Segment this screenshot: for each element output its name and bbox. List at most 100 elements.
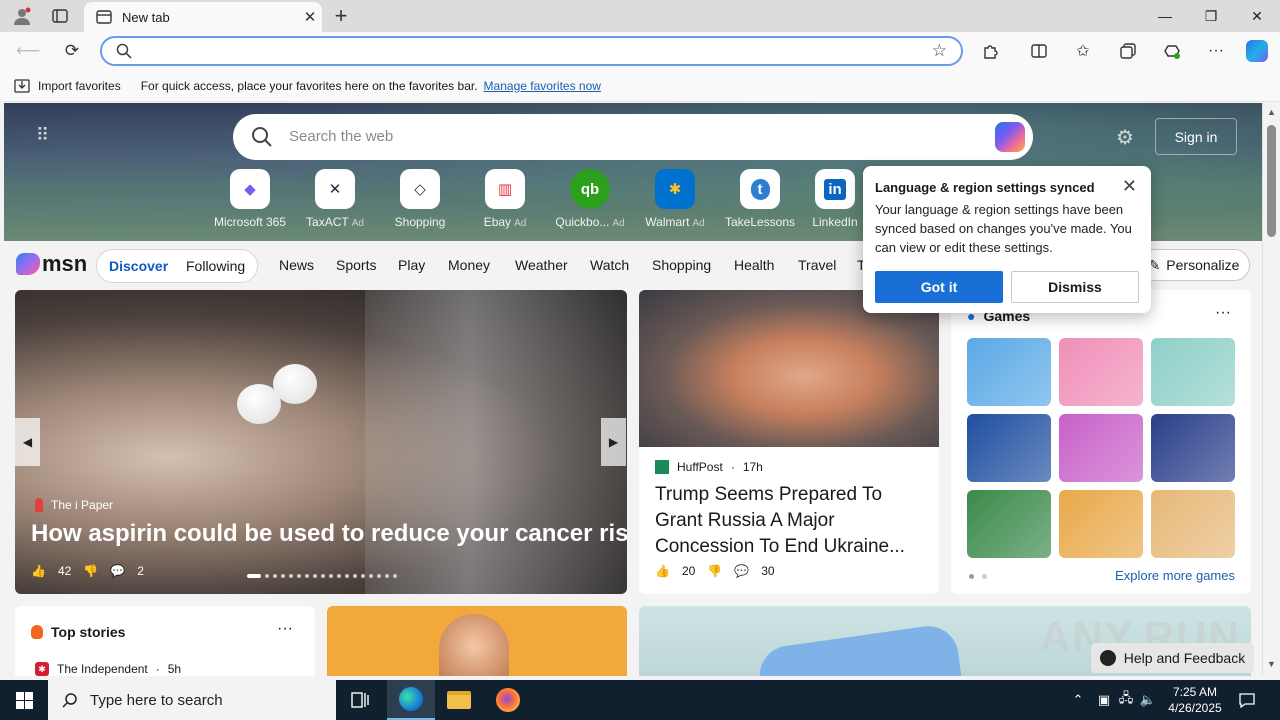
carousel-dot[interactable] — [281, 574, 285, 578]
comment-icon[interactable]: 💬 — [110, 564, 125, 578]
manage-favorites-link[interactable]: Manage favorites now — [484, 79, 601, 93]
file-explorer-icon[interactable] — [435, 680, 483, 720]
msn-logo[interactable]: msn — [16, 251, 87, 277]
carousel-dot[interactable] — [297, 574, 301, 578]
comment-icon[interactable]: 💬 — [734, 564, 749, 578]
carousel-dot[interactable] — [377, 574, 381, 578]
game-tile-8[interactable] — [1059, 490, 1143, 558]
hero-carousel[interactable]: ◀ ▶ The i Paper How aspirin could be use… — [15, 290, 627, 594]
apps-grid-icon[interactable]: ⠿ — [36, 125, 49, 146]
nav-sports[interactable]: Sports — [336, 257, 376, 273]
close-window-button[interactable]: ✕ — [1234, 0, 1280, 32]
nav-play[interactable]: Play — [398, 257, 425, 273]
taskbar-search-box[interactable]: Type here to search — [48, 680, 336, 720]
carousel-dot[interactable] — [337, 574, 341, 578]
like-icon[interactable]: 👍 — [31, 564, 46, 578]
explore-games-link[interactable]: Explore more games — [1115, 568, 1235, 583]
carousel-dot[interactable] — [353, 574, 357, 578]
carousel-dot[interactable] — [313, 574, 317, 578]
favorites-icon[interactable]: ✩ — [1070, 38, 1096, 64]
page-settings-gear-icon[interactable]: ⚙ — [1116, 125, 1134, 150]
game-tile-4[interactable] — [967, 414, 1051, 482]
nav-money[interactable]: Money — [448, 257, 490, 273]
carousel-dot[interactable] — [305, 574, 309, 578]
nav-weather[interactable]: Weather — [515, 257, 568, 273]
firefox-icon[interactable] — [484, 680, 532, 720]
sign-in-button[interactable]: Sign in — [1155, 118, 1237, 155]
dislike-icon[interactable]: 👎 — [707, 564, 722, 578]
extensions-icon[interactable] — [978, 38, 1004, 64]
carousel-next-button[interactable]: ▶ — [601, 418, 626, 466]
carousel-dot[interactable] — [385, 574, 389, 578]
tab-new-tab[interactable]: New tab ✕ — [84, 2, 322, 32]
game-tile-9[interactable] — [1151, 490, 1235, 558]
network-icon[interactable]: 🖧 — [1116, 680, 1136, 720]
volume-icon[interactable]: 🔈 — [1138, 680, 1158, 720]
quick-link-linkedin[interactable]: in LinkedIn — [805, 169, 865, 229]
nav-shopping[interactable]: Shopping — [652, 257, 711, 273]
dislike-icon[interactable]: 👎 — [83, 564, 98, 578]
nav-travel[interactable]: Travel — [798, 257, 836, 273]
got-it-button[interactable]: Got it — [875, 271, 1003, 303]
tab-close-icon[interactable]: ✕ — [298, 8, 322, 26]
carousel-dot[interactable] — [265, 574, 269, 578]
quick-link-taxact[interactable]: ✕ TaxACT Ad — [295, 169, 375, 229]
carousel-dot[interactable] — [289, 574, 293, 578]
carousel-dot[interactable] — [345, 574, 349, 578]
popup-close-icon[interactable]: ✕ — [1122, 176, 1137, 197]
nav-health[interactable]: Health — [734, 257, 774, 273]
dismiss-button[interactable]: Dismiss — [1011, 271, 1139, 303]
restore-button[interactable]: ❐ — [1188, 0, 1234, 32]
tab-following[interactable]: Following — [186, 258, 245, 274]
game-tile-5[interactable] — [1059, 414, 1143, 482]
nav-watch[interactable]: Watch — [590, 257, 629, 273]
favorite-star-icon[interactable]: ☆ — [932, 41, 947, 61]
news-headline[interactable]: Trump Seems Prepared To Grant Russia A M… — [655, 482, 927, 560]
top-stories-more-icon[interactable]: ··· — [277, 620, 293, 638]
carousel-prev-button[interactable]: ◀ — [15, 418, 40, 466]
game-tile-2[interactable] — [1059, 338, 1143, 406]
quick-link-quickbooks[interactable]: qb Quickbo... Ad — [550, 169, 630, 229]
device-icon[interactable]: ▣ — [1094, 680, 1114, 720]
page-scrollbar[interactable]: ▲ ▼ — [1262, 103, 1280, 676]
profile-icon[interactable] — [10, 4, 34, 28]
show-hidden-icons-icon[interactable]: ⌃ — [1068, 680, 1088, 720]
quick-link-takelessons[interactable]: t TakeLessons — [720, 169, 800, 229]
like-icon[interactable]: 👍 — [655, 564, 670, 578]
task-view-icon[interactable] — [336, 680, 384, 720]
help-feedback-button[interactable]: Help and Feedback — [1091, 643, 1254, 673]
import-favorites-button[interactable]: Import favorites — [14, 78, 121, 94]
news-card[interactable]: HuffPost · 17h Trump Seems Prepared To G… — [639, 290, 939, 594]
performance-icon[interactable] — [1159, 38, 1185, 64]
refresh-icon[interactable]: ⟳ — [59, 38, 85, 64]
scroll-up-icon[interactable]: ▲ — [1267, 107, 1276, 117]
back-icon[interactable]: ⟵ — [15, 38, 41, 64]
start-button[interactable] — [0, 680, 48, 720]
minimize-button[interactable]: — — [1142, 0, 1188, 32]
new-tab-button[interactable]: + — [329, 3, 353, 28]
tab-actions-icon[interactable] — [48, 4, 72, 28]
carousel-dot[interactable] — [369, 574, 373, 578]
game-tile-3[interactable] — [1151, 338, 1235, 406]
personalize-button[interactable]: ✎ Personalize — [1138, 249, 1250, 281]
carousel-dot[interactable] — [247, 574, 261, 578]
games-more-icon[interactable]: ··· — [1215, 304, 1231, 322]
web-search-box[interactable]: Search the web — [233, 114, 1033, 160]
notifications-icon[interactable] — [1236, 680, 1258, 720]
carousel-dot[interactable] — [393, 574, 397, 578]
copilot-icon[interactable] — [1244, 38, 1270, 64]
carousel-dot[interactable] — [273, 574, 277, 578]
edge-taskbar-icon[interactable] — [387, 680, 435, 720]
promo-image-card[interactable] — [327, 606, 627, 676]
scroll-thumb[interactable] — [1267, 125, 1276, 237]
quick-link-shopping[interactable]: ◇ Shopping — [380, 169, 460, 229]
more-icon[interactable]: ··· — [1203, 38, 1229, 64]
game-tile-1[interactable] — [967, 338, 1051, 406]
carousel-dot[interactable] — [329, 574, 333, 578]
system-clock[interactable]: 7:25 AM 4/26/2025 — [1160, 684, 1230, 716]
split-screen-icon[interactable] — [1026, 38, 1052, 64]
carousel-dot[interactable] — [321, 574, 325, 578]
quick-link-ebay[interactable]: ▥ Ebay Ad — [465, 169, 545, 229]
collections-icon[interactable] — [1115, 38, 1141, 64]
quick-link-walmart[interactable]: ✱ Walmart Ad — [635, 169, 715, 229]
